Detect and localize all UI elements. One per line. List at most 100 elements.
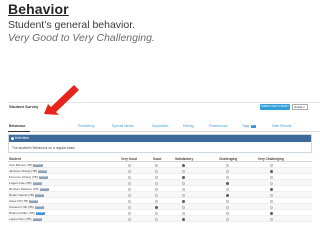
rating-radio[interactable] xyxy=(182,187,185,191)
col-header-very-good: Very Good xyxy=(121,157,137,161)
review-badge[interactable]: Review xyxy=(35,211,45,215)
grade-select[interactable]: Grade 1 xyxy=(292,104,308,110)
review-badge[interactable]: Review xyxy=(38,175,48,179)
rating-radio[interactable] xyxy=(270,169,273,173)
student-name[interactable]: Brianna Miller (7B) Review xyxy=(9,211,45,215)
rating-radio[interactable] xyxy=(226,217,229,221)
review-badge[interactable]: Review xyxy=(32,217,42,221)
col-header-satisfactory: Satisfactory xyxy=(175,157,194,161)
rating-radio[interactable] xyxy=(182,211,185,215)
rating-radio[interactable] xyxy=(270,187,273,191)
grid-rows: Alex Barnes (7B) Review Jackson Chang (7B)… xyxy=(8,162,312,222)
student-name[interactable]: Isaac Hill (7B) Review xyxy=(9,199,39,203)
rating-radio[interactable] xyxy=(226,193,229,197)
slide-subtitle: Student’s general behavior. xyxy=(8,19,136,31)
student-name-text: Brianna Miller (7B) xyxy=(9,211,35,216)
rating-radio[interactable] xyxy=(155,181,158,185)
definition-header: Definition xyxy=(9,135,311,142)
rating-radio[interactable] xyxy=(270,181,273,185)
rating-radio[interactable] xyxy=(128,175,131,179)
review-badge[interactable]: Review xyxy=(29,199,39,203)
tab-tags[interactable]: Tags 37 xyxy=(242,124,256,128)
tab-separation[interactable]: Separation xyxy=(152,124,168,128)
submit-survey-button[interactable]: SUBMIT NEW SURVEY xyxy=(260,104,290,110)
slide-description: Very Good to Very Challenging. xyxy=(8,32,155,44)
rating-radio[interactable] xyxy=(128,187,131,191)
rating-radio[interactable] xyxy=(270,205,273,209)
rating-radio[interactable] xyxy=(155,187,158,191)
student-name[interactable]: Cameron Hill (7B) Review xyxy=(9,205,44,209)
rating-radio[interactable] xyxy=(182,169,185,173)
student-name[interactable]: Logan Cole (7B) Review xyxy=(9,181,42,185)
rating-radio[interactable] xyxy=(182,199,185,203)
col-header-student: Student xyxy=(9,157,21,161)
rating-radio[interactable] xyxy=(182,205,185,209)
review-badge[interactable]: Review xyxy=(39,187,49,191)
rating-radio[interactable] xyxy=(128,163,131,167)
tab-behaviour[interactable]: Behaviour xyxy=(9,124,26,128)
rating-radio[interactable] xyxy=(155,193,158,197)
definition-text: The student’s Behaviour on a regular bas… xyxy=(12,146,76,150)
tab-preferences[interactable]: Preferences xyxy=(209,124,227,128)
rating-radio[interactable] xyxy=(128,193,131,197)
rating-radio[interactable] xyxy=(226,187,229,191)
student-name-text: Ryder Garcia (7B) xyxy=(9,193,34,198)
rating-radio[interactable] xyxy=(155,199,158,203)
rating-radio[interactable] xyxy=(270,199,273,203)
rating-radio[interactable] xyxy=(128,169,131,173)
student-name-text: Reuben Dawson (7B) xyxy=(9,187,39,192)
student-name[interactable]: Lauren Kim (7B) Review xyxy=(9,217,42,221)
rating-radio[interactable] xyxy=(226,211,229,215)
review-badge[interactable]: Review xyxy=(33,163,43,167)
student-name[interactable]: Ryder Garcia (7B) Review xyxy=(9,193,45,198)
rating-radio[interactable] xyxy=(155,163,158,167)
rating-radio[interactable] xyxy=(155,169,158,173)
rating-radio[interactable] xyxy=(155,205,158,209)
review-badge[interactable]: Review xyxy=(38,169,48,173)
rating-radio[interactable] xyxy=(155,217,158,221)
student-name-text: Cameron Hill (7B) xyxy=(9,205,34,210)
rating-radio[interactable] xyxy=(182,217,185,221)
rating-radio[interactable] xyxy=(270,175,273,179)
rating-radio[interactable] xyxy=(226,169,229,173)
col-header-challenging: Challenging xyxy=(219,157,238,161)
rating-radio[interactable] xyxy=(270,193,273,197)
tab-date-results[interactable]: Date Results xyxy=(272,124,291,128)
student-name-text: Logan Cole (7B) xyxy=(9,181,32,186)
rating-radio[interactable] xyxy=(270,163,273,167)
student-name-text: Lauren Kim (7B) xyxy=(9,217,32,222)
rating-radio[interactable] xyxy=(128,181,131,185)
rating-radio[interactable] xyxy=(226,205,229,209)
review-badge[interactable]: Review xyxy=(32,181,42,185)
survey-tabs: Behaviour Proficiency Special Needs Sepa… xyxy=(8,122,320,132)
tab-proficiency[interactable]: Proficiency xyxy=(78,124,95,128)
rating-radio[interactable] xyxy=(226,181,229,185)
rating-radio[interactable] xyxy=(182,181,185,185)
tab-tags-label: Tags xyxy=(242,124,250,128)
student-name[interactable]: Florence Chang (7B) Review xyxy=(9,175,48,179)
rating-radio[interactable] xyxy=(128,205,131,209)
student-name[interactable]: Reuben Dawson (7B) Review xyxy=(9,187,49,191)
rating-radio[interactable] xyxy=(182,193,185,197)
rating-radio[interactable] xyxy=(226,199,229,203)
tab-special-needs[interactable]: Special Needs xyxy=(112,124,134,128)
tab-pairing[interactable]: Pairing xyxy=(183,124,194,128)
rating-radio[interactable] xyxy=(270,217,273,221)
student-name[interactable]: Jackson Chang (7B) Review xyxy=(9,169,48,173)
rating-radio[interactable] xyxy=(182,163,185,167)
rating-radio[interactable] xyxy=(128,199,131,203)
student-name[interactable]: Alex Barnes (7B) Review xyxy=(9,163,43,167)
table-row: Lauren Kim (7B) Review xyxy=(8,216,312,222)
rating-radio[interactable] xyxy=(182,175,185,179)
rating-radio[interactable] xyxy=(128,217,131,221)
rating-radio[interactable] xyxy=(155,175,158,179)
rating-radio[interactable] xyxy=(128,211,131,215)
rating-radio[interactable] xyxy=(226,163,229,167)
rating-radio[interactable] xyxy=(155,211,158,215)
review-badge[interactable]: Review xyxy=(34,205,44,209)
info-icon xyxy=(11,137,14,140)
rating-radio[interactable] xyxy=(226,175,229,179)
definition-panel: Definition The student’s Behaviour on a … xyxy=(8,134,312,153)
review-badge[interactable]: Review xyxy=(34,193,45,197)
rating-radio[interactable] xyxy=(270,211,273,215)
